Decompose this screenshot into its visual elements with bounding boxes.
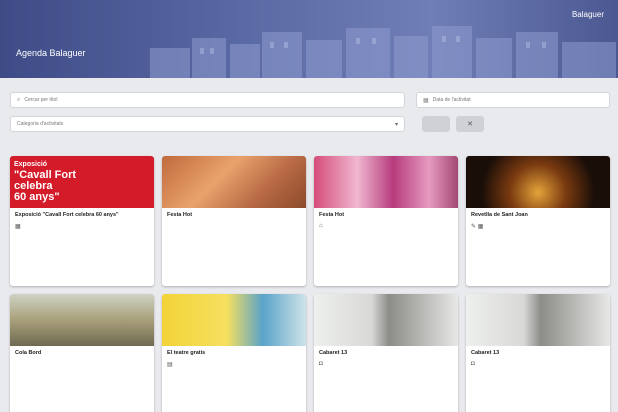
event-card[interactable]: Festa Hot — [162, 156, 306, 286]
city-skyline-image — [150, 26, 616, 78]
clear-button[interactable]: ✕ — [456, 116, 484, 132]
header-banner: Balaguer Agenda Balaguer — [0, 0, 618, 78]
event-title: Festa Hot — [319, 212, 345, 218]
category-placeholder: Categoria d'activitats — [17, 121, 64, 127]
event-card[interactable]: Cabaret 13 ◘ — [466, 294, 610, 412]
event-image — [314, 156, 458, 208]
clap-icon: ▤ — [167, 362, 173, 368]
event-image — [162, 156, 306, 208]
filter-button[interactable] — [422, 116, 450, 132]
date-placeholder: Data de l'activitat — [432, 97, 471, 103]
date-input[interactable]: ▦ Data de l'activitat — [416, 92, 610, 108]
event-card[interactable]: Cola Bord — [10, 294, 154, 412]
events-grid: Exposició "Cavall Fort celebra 60 anys" … — [10, 156, 612, 412]
event-image — [466, 294, 610, 346]
event-title: Cola Bord — [15, 350, 42, 356]
shield-icon: ◘ — [319, 361, 323, 367]
brand-logo[interactable]: Balaguer — [572, 10, 604, 19]
category-select[interactable]: Categoria d'activitats ▾ — [10, 116, 405, 132]
event-card[interactable]: Revetlla de Sant Joan ✎ ▦ — [466, 156, 610, 286]
grid-icon: ▦ — [15, 224, 21, 230]
event-title: El teatre gratis — [167, 350, 206, 356]
filters-panel: ⌕ Cercar per títol ▦ Data de l'activitat… — [10, 86, 610, 142]
event-image — [314, 294, 458, 346]
event-card[interactable]: Cabaret 13 ◘ — [314, 294, 458, 412]
chevron-down-icon: ▾ — [394, 122, 398, 128]
event-title: Exposició "Cavall Fort celebra 60 anys" — [15, 212, 119, 218]
search-icon: ⌕ — [17, 96, 21, 103]
pencil-icon: ✎ ▦ — [471, 224, 484, 230]
clear-icon: ✕ — [467, 121, 473, 128]
app-title: Agenda Balaguer — [16, 48, 86, 58]
event-image — [466, 156, 610, 208]
event-card[interactable]: El teatre gratis ▤ — [162, 294, 306, 412]
poster-text: 60 anys" — [14, 191, 60, 203]
event-title: Festa Hot — [167, 212, 193, 218]
event-poster-image: Exposició "Cavall Fort celebra 60 anys" — [10, 156, 154, 208]
event-title: Cabaret 13 — [471, 350, 500, 356]
cap-icon: ⌂ — [319, 223, 323, 229]
event-card[interactable]: Festa Hot ⌂ — [314, 156, 458, 286]
event-title: Revetlla de Sant Joan — [471, 212, 528, 218]
calendar-icon: ▦ — [423, 97, 429, 104]
event-image — [162, 294, 306, 346]
event-image — [10, 294, 154, 346]
shield-icon: ◘ — [471, 361, 475, 367]
search-input[interactable]: ⌕ Cercar per títol — [10, 92, 405, 108]
event-card[interactable]: Exposició "Cavall Fort celebra 60 anys" … — [10, 156, 154, 286]
event-title: Cabaret 13 — [319, 350, 348, 356]
search-placeholder: Cercar per títol — [24, 97, 58, 103]
